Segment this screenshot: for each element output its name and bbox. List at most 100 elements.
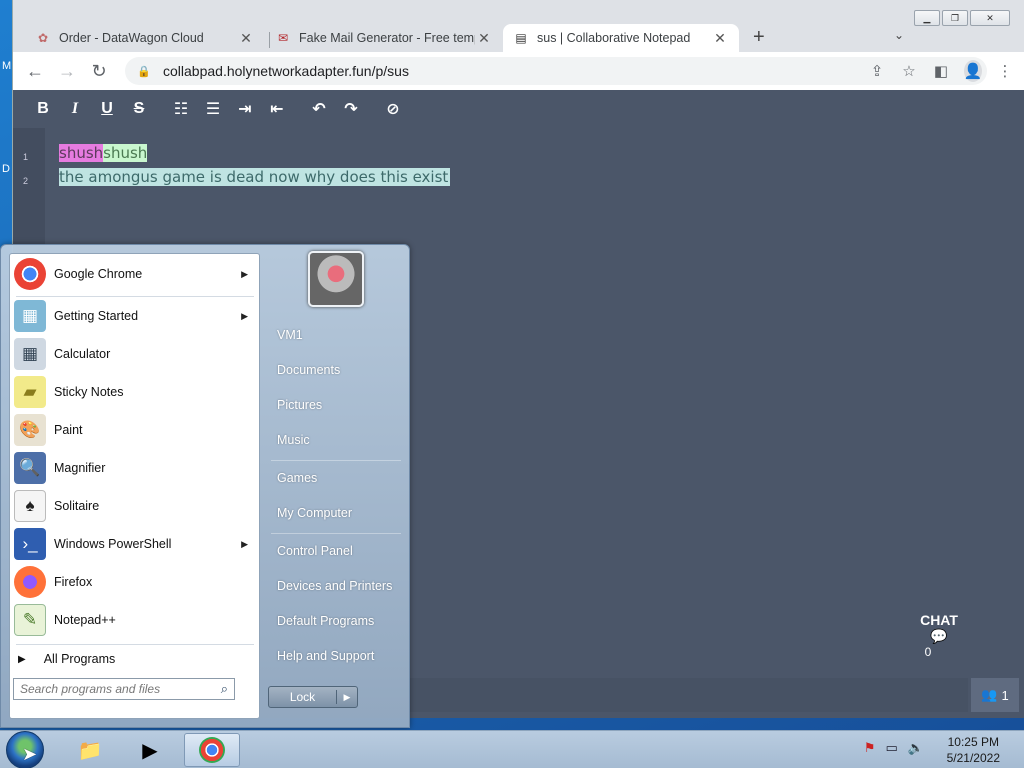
program-sticky-notes[interactable]: ▰ Sticky Notes	[12, 374, 258, 410]
chat-button[interactable]: CHAT 💬 0	[919, 612, 959, 659]
volume-icon[interactable]: 🔈	[908, 740, 924, 756]
submenu-arrow-icon: ▶	[241, 310, 248, 321]
link-documents[interactable]: Documents	[277, 363, 340, 377]
powershell-icon: ›_	[14, 528, 46, 560]
link-my-computer[interactable]: My Computer	[277, 506, 352, 520]
program-label: Paint	[54, 423, 83, 437]
desktop-icon-label[interactable]: D	[2, 163, 10, 175]
program-chrome[interactable]: Google Chrome ▶	[12, 256, 258, 292]
separator	[16, 296, 254, 297]
link-help-support[interactable]: Help and Support	[277, 649, 374, 663]
side-panel-icon[interactable]: ◧	[932, 62, 950, 80]
link-pictures[interactable]: Pictures	[277, 398, 322, 412]
firefox-icon	[14, 566, 46, 598]
browser-toolbar: ← → ↻ 🔒 collabpad.holynetworkadapter.fun…	[13, 52, 1024, 90]
gear-icon: ✿	[37, 31, 49, 45]
tab-datawagon[interactable]: ✿ Order - DataWagon Cloud ✕	[25, 24, 265, 52]
places-pane: VM1 Documents Pictures Music Games My Co…	[261, 245, 411, 729]
chat-label: CHAT	[920, 612, 958, 628]
program-magnifier[interactable]: 🔍 Magnifier	[12, 450, 258, 486]
program-calculator[interactable]: ▦ Calculator	[12, 336, 258, 372]
search-icon[interactable]: ⌕	[221, 681, 228, 697]
italic-icon[interactable]: I	[59, 100, 91, 118]
submenu-arrow-icon: ▶	[241, 538, 248, 549]
forward-arrow-icon[interactable]: →	[51, 61, 83, 82]
explorer-icon[interactable]: 📁	[62, 733, 118, 767]
link-vm1[interactable]: VM1	[277, 328, 303, 342]
program-getting-started[interactable]: ▦ Getting Started ▶	[12, 298, 258, 334]
chat-bubbles-icon: 💬	[930, 628, 948, 644]
close-tab-icon[interactable]: ✕	[711, 30, 729, 47]
programs-pane: Google Chrome ▶ ▦ Getting Started ▶ ▦ Ca…	[9, 253, 260, 719]
close-tab-icon[interactable]: ✕	[475, 30, 493, 47]
share-icon[interactable]: ⇪	[868, 62, 886, 80]
action-center-flag-icon[interactable]: ⚑	[864, 740, 876, 756]
start-search-input[interactable]: Search programs and files ⌕	[13, 678, 235, 700]
taskbar: 📁 ▶ ⚑ ▭ 🔈 10:25 PM 5/21/2022	[0, 730, 1024, 768]
unordered-list-icon[interactable]: ☰	[197, 99, 229, 119]
chat-count: 0	[924, 645, 932, 659]
author-text-span: the amongus game is dead now why does th…	[59, 168, 451, 186]
program-paint[interactable]: 🎨 Paint	[12, 412, 258, 448]
reload-icon[interactable]: ↻	[83, 61, 115, 82]
tab-fakemail[interactable]: ✉ Fake Mail Generator - Free temp ✕	[265, 24, 503, 52]
lock-icon[interactable]: 🔒	[137, 65, 151, 78]
profile-avatar-icon[interactable]: 👤	[964, 60, 982, 82]
system-tray: ⚑ ▭ 🔈	[864, 740, 924, 756]
bookmark-star-icon[interactable]: ☆	[900, 62, 918, 80]
solitaire-icon: ♠	[14, 490, 46, 522]
close-tab-icon[interactable]: ✕	[237, 30, 255, 47]
link-default-programs[interactable]: Default Programs	[277, 614, 374, 628]
link-devices-printers[interactable]: Devices and Printers	[277, 579, 392, 593]
link-music[interactable]: Music	[277, 433, 310, 447]
triangle-right-icon: ▶	[18, 653, 26, 665]
clock[interactable]: 10:25 PM 5/21/2022	[947, 734, 1000, 766]
users-icon: 👥	[981, 687, 998, 702]
media-player-icon[interactable]: ▶	[122, 733, 178, 767]
ordered-list-icon[interactable]: ☷	[165, 99, 197, 119]
link-control-panel[interactable]: Control Panel	[277, 544, 353, 558]
network-icon[interactable]: ▭	[886, 740, 898, 756]
new-tab-icon[interactable]: +	[753, 26, 765, 49]
users-button[interactable]: 👥 1	[971, 678, 1019, 712]
chrome-taskbar-icon[interactable]	[184, 733, 240, 767]
undo-icon[interactable]: ↶	[303, 99, 335, 119]
all-programs-button[interactable]: ▶ All Programs	[18, 652, 115, 666]
back-arrow-icon[interactable]: ←	[19, 61, 51, 82]
editor-line[interactable]: shushshush	[59, 144, 148, 162]
editor-line[interactable]: the amongus game is dead now why does th…	[59, 168, 451, 186]
program-label: Sticky Notes	[54, 385, 124, 399]
power-options-arrow-icon[interactable]: ▶	[337, 692, 357, 703]
address-bar[interactable]: 🔒 collabpad.holynetworkadapter.fun/p/sus	[125, 57, 987, 85]
clock-date: 5/21/2022	[946, 751, 1000, 765]
program-notepadpp[interactable]: ✎ Notepad++	[12, 602, 258, 638]
editor-toolbar: B I U S ☷ ☰ ⇥ ⇤ ↶ ↷ ⊘	[13, 90, 1024, 128]
lock-button[interactable]: Lock ▶	[268, 686, 358, 708]
line-number: 1	[23, 152, 29, 162]
strikethrough-icon[interactable]: S	[123, 100, 155, 118]
program-powershell[interactable]: ›_ Windows PowerShell ▶	[12, 526, 258, 562]
desktop-icon-label[interactable]: M	[2, 60, 11, 72]
program-solitaire[interactable]: ♠ Solitaire	[12, 488, 258, 524]
outdent-icon[interactable]: ⇤	[261, 99, 293, 119]
bold-icon[interactable]: B	[27, 100, 59, 118]
hide-authorship-colors-icon[interactable]: ⊘	[377, 99, 409, 119]
tab-collabpad[interactable]: ▤ sus | Collaborative Notepad ✕	[503, 24, 739, 52]
menu-kebab-icon[interactable]: ⋮	[996, 62, 1014, 80]
start-menu: Google Chrome ▶ ▦ Getting Started ▶ ▦ Ca…	[0, 244, 410, 728]
underline-icon[interactable]: U	[91, 100, 123, 118]
tab-strip: ✿ Order - DataWagon Cloud ✕ ✉ Fake Mail …	[13, 20, 1024, 52]
program-firefox[interactable]: Firefox	[12, 564, 258, 600]
separator	[271, 533, 401, 534]
lock-label: Lock	[269, 690, 337, 704]
program-label: Calculator	[54, 347, 111, 361]
notepadpp-icon: ✎	[14, 604, 46, 636]
program-label: Notepad++	[54, 613, 116, 627]
link-games[interactable]: Games	[277, 471, 317, 485]
indent-icon[interactable]: ⇥	[229, 99, 261, 119]
tab-search-chevron-icon[interactable]: ⌄	[894, 28, 904, 42]
sticky-notes-icon: ▰	[14, 376, 46, 408]
redo-icon[interactable]: ↷	[335, 99, 367, 119]
tab-title: Order - DataWagon Cloud	[59, 31, 204, 45]
line-number: 2	[23, 176, 29, 186]
